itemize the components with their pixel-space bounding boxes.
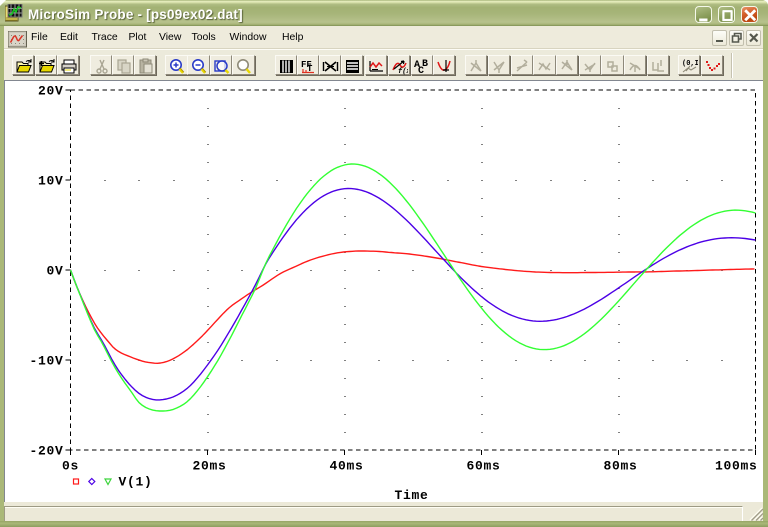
svg-text:20ms: 20ms xyxy=(192,459,226,474)
svg-text:f(x): f(x) xyxy=(398,68,408,75)
svg-text:60ms: 60ms xyxy=(466,459,500,474)
svg-text:80ms: 80ms xyxy=(603,459,637,474)
svg-text:0V: 0V xyxy=(46,264,63,279)
svg-text:-10V: -10V xyxy=(29,354,63,369)
svg-text:0s: 0s xyxy=(62,459,79,474)
svg-text:100ms: 100ms xyxy=(715,459,758,474)
svg-text:10V: 10V xyxy=(38,174,64,189)
svg-text:C: C xyxy=(418,66,424,75)
svg-text:40ms: 40ms xyxy=(329,459,363,474)
svg-text:V(1): V(1) xyxy=(119,475,153,490)
svg-text:Time: Time xyxy=(394,488,428,502)
svg-text:-20V: -20V xyxy=(29,444,63,459)
svg-text:20V: 20V xyxy=(38,84,64,99)
